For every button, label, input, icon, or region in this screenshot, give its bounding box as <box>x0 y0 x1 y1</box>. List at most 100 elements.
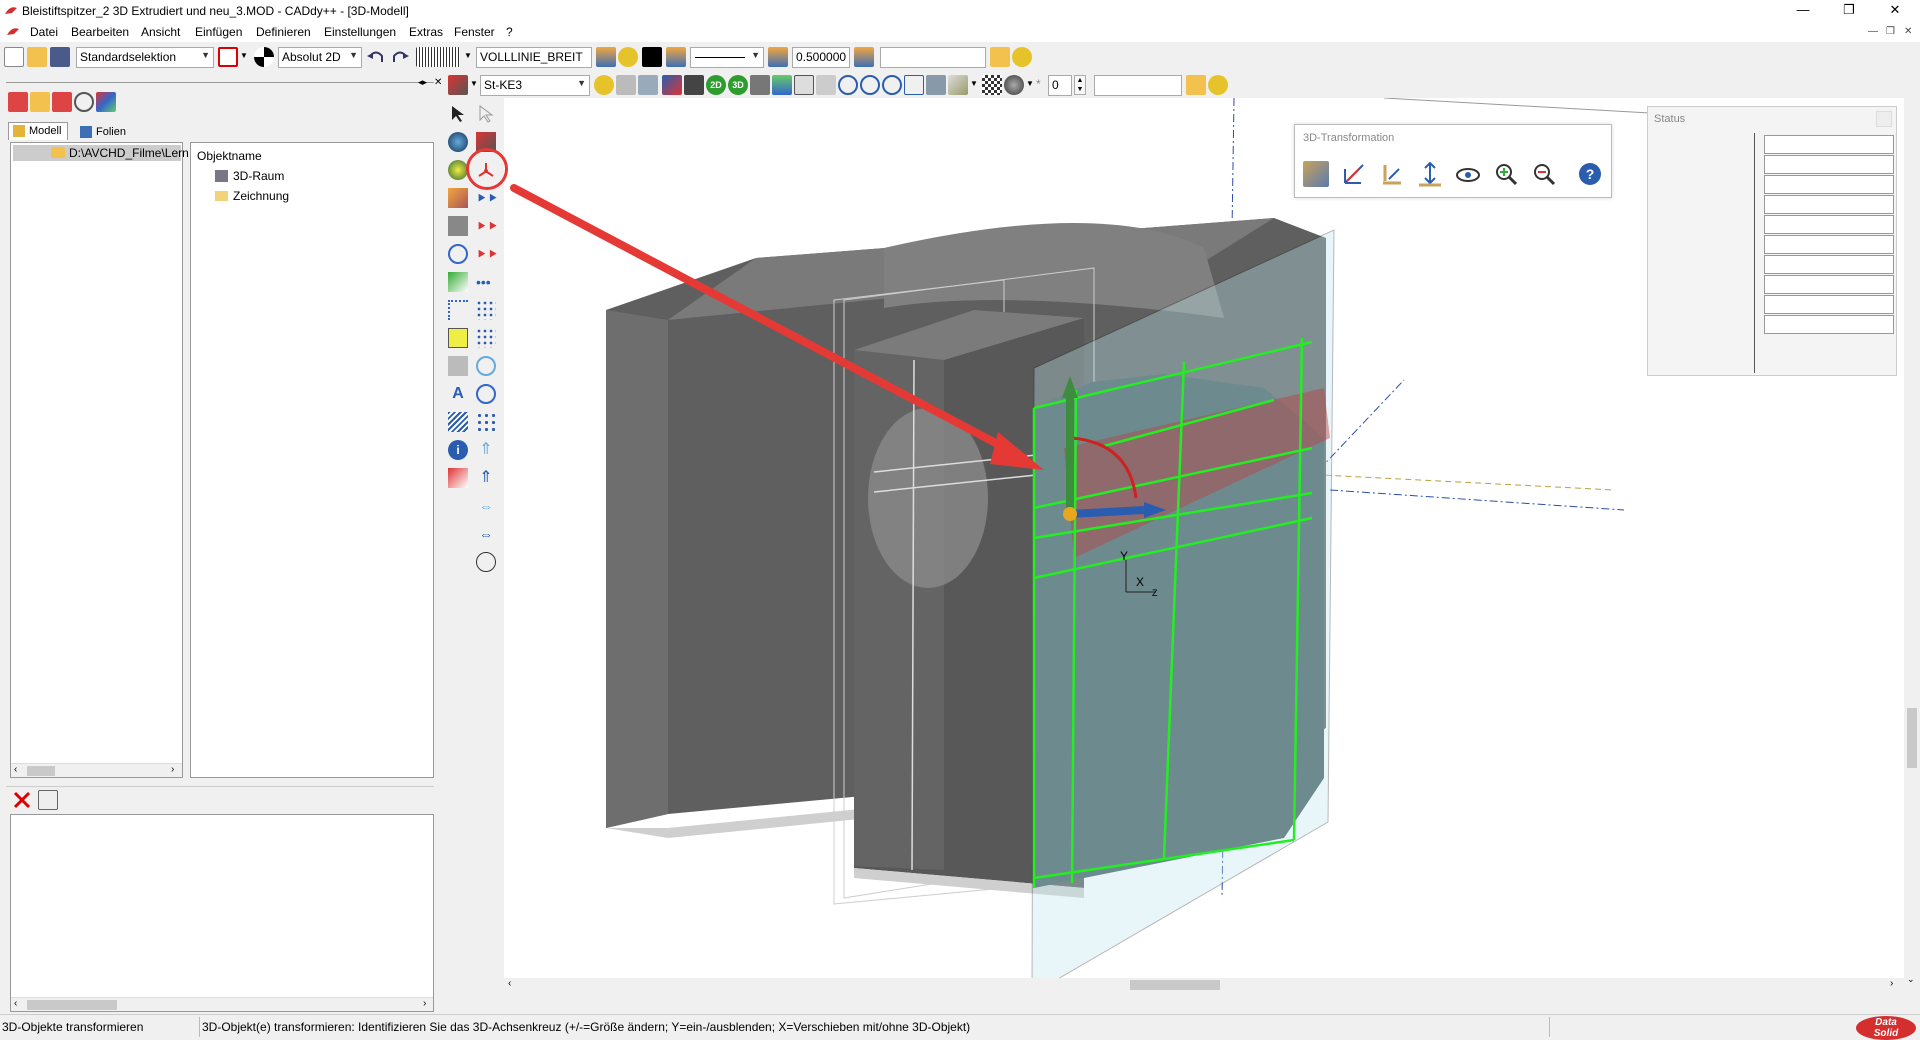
restore-button[interactable]: ❐ <box>1826 0 1872 22</box>
scatter-icon[interactable] <box>476 412 496 432</box>
pencil-tool-icon[interactable] <box>448 188 468 208</box>
pin-icon[interactable]: ◂▸ <box>418 77 427 88</box>
chevron-down-icon[interactable]: ▼ <box>470 79 478 88</box>
line-style-combo[interactable]: ▼ <box>690 47 764 68</box>
scroll-left-icon[interactable]: ‹ <box>508 978 511 989</box>
zoom-out-icon[interactable] <box>860 75 880 95</box>
select-arrow-icon[interactable] <box>448 104 468 124</box>
pen-layer-icon[interactable] <box>854 47 874 67</box>
sphere-render-icon[interactable] <box>1004 75 1024 95</box>
scroll-down-icon[interactable]: ⌄ <box>1907 974 1915 985</box>
viewport-horizontal-scrollbar[interactable]: ‹ › <box>504 978 1904 992</box>
line-tool-icon[interactable] <box>448 272 468 292</box>
scroll-right-icon[interactable]: › <box>171 764 174 775</box>
measure-tool-icon[interactable] <box>448 328 468 348</box>
layer-combo[interactable]: St-KE3 ▼ <box>480 75 590 96</box>
new-file-icon[interactable] <box>4 47 24 67</box>
mirror-move-icon[interactable]: ⯈⯈ <box>476 244 498 264</box>
pointer-tool-icon[interactable] <box>616 75 636 95</box>
text-tool-icon[interactable]: A <box>448 384 468 404</box>
copy-move-icon[interactable]: ⯈⯈ <box>476 216 498 236</box>
selection-filter-icon[interactable] <box>218 47 238 67</box>
scroll-right-icon[interactable]: › <box>1890 978 1893 989</box>
pan-hand-icon[interactable] <box>816 75 836 95</box>
hatch-pattern-icon[interactable] <box>982 75 1002 95</box>
dots-row-icon[interactable]: ••• <box>476 272 496 292</box>
menu-help[interactable]: ? <box>506 25 513 39</box>
coordinate-mode-combo[interactable]: Absolut 2D ▼ <box>278 47 362 68</box>
move-right-icon[interactable]: ⯈⯈ <box>476 188 498 208</box>
point-center-icon[interactable] <box>476 552 496 572</box>
perspective-icon[interactable] <box>772 75 792 95</box>
mdi-close-button[interactable]: ✕ <box>1904 26 1912 37</box>
scroll-thumb[interactable] <box>27 766 55 776</box>
array-grid-icon[interactable] <box>476 300 496 320</box>
menu-bearbeiten[interactable]: Bearbeiten <box>71 25 129 39</box>
clipboard-icon[interactable] <box>38 790 58 810</box>
rotate-view-icon[interactable] <box>750 75 770 95</box>
path-tree-item[interactable]: D:\AVCHD_Filme\Lern <box>13 145 189 161</box>
globe-tool-icon[interactable] <box>448 160 468 180</box>
horizontal-scrollbar[interactable]: ‹ › <box>11 997 433 1011</box>
coordinate-origin-icon[interactable] <box>254 47 274 67</box>
status-close-button[interactable] <box>1876 111 1892 127</box>
count-spinner[interactable]: ▲ ▼ <box>1074 75 1086 95</box>
zoom-out-icon[interactable] <box>1531 161 1557 187</box>
menu-einstellungen[interactable]: Einstellungen <box>324 25 396 39</box>
undo-icon[interactable] <box>366 47 386 67</box>
scissors-tool-icon[interactable] <box>448 216 468 236</box>
open-folder-icon[interactable] <box>27 47 47 67</box>
zoom-in-icon[interactable] <box>838 75 858 95</box>
tab-modell[interactable]: Modell <box>8 122 69 140</box>
folder-icon[interactable] <box>1186 75 1206 95</box>
chevron-down-icon[interactable]: ▼ <box>970 79 978 88</box>
layer-icon[interactable] <box>596 47 616 67</box>
menu-extras[interactable]: Extras <box>409 25 443 39</box>
scale-axes-icon[interactable] <box>1379 161 1405 187</box>
delete-x-icon[interactable] <box>12 790 32 810</box>
value-field[interactable] <box>1094 75 1182 96</box>
folder-tree-icon[interactable] <box>30 92 50 112</box>
linewidth-field[interactable]: 0.500000 <box>792 47 850 68</box>
edit-icon[interactable] <box>684 75 704 95</box>
eraser-tool-icon[interactable] <box>448 468 468 488</box>
color-swatch[interactable] <box>642 47 662 67</box>
scroll-left-icon[interactable]: ‹ <box>14 764 17 775</box>
viewport-vertical-scrollbar[interactable]: ⌄ <box>1904 98 1920 992</box>
3d-view-button[interactable]: 3D <box>728 75 748 95</box>
save-icon[interactable] <box>50 47 70 67</box>
transform-object-icon[interactable] <box>1303 161 1329 187</box>
dimension-tool-icon[interactable] <box>448 356 468 376</box>
rotate-copy-icon[interactable] <box>476 356 496 376</box>
model-explorer-icon[interactable] <box>8 92 28 112</box>
info-icon[interactable]: i <box>448 440 468 460</box>
2d-view-button[interactable]: 2D <box>706 75 726 95</box>
minimize-button[interactable]: — <box>1780 0 1826 22</box>
scroll-thumb[interactable] <box>27 1000 117 1010</box>
selection-mode-combo[interactable]: Standardselektion ▼ <box>76 47 214 68</box>
view-plane-icon[interactable] <box>926 75 946 95</box>
lightbulb-icon[interactable] <box>1012 47 1032 67</box>
linewidth-icon[interactable] <box>768 47 788 67</box>
mdi-restore-button[interactable]: ❐ <box>1886 26 1895 37</box>
close-button[interactable]: ✕ <box>1872 0 1918 22</box>
zoom-window-icon[interactable] <box>794 75 814 95</box>
array-grid-large-icon[interactable] <box>476 328 496 348</box>
lightbulb-icon[interactable] <box>618 47 638 67</box>
redo-icon[interactable] <box>390 47 410 67</box>
lightbulb-icon[interactable] <box>1208 75 1228 95</box>
lightbulb-icon[interactable] <box>594 75 614 95</box>
zoom-in-icon[interactable] <box>1493 161 1519 187</box>
panel-close-icon[interactable]: ✕ <box>434 77 442 88</box>
menu-einfuegen[interactable]: Einfügen <box>195 25 242 39</box>
pencil-icon[interactable] <box>662 75 682 95</box>
snap-icon[interactable] <box>638 75 658 95</box>
chevron-down-icon[interactable]: ▼ <box>240 51 248 60</box>
move-axes-icon[interactable] <box>1341 161 1367 187</box>
menu-ansicht[interactable]: Ansicht <box>141 25 180 39</box>
count-field[interactable]: 0 <box>1048 75 1072 96</box>
axis-tool-icon[interactable] <box>448 300 468 320</box>
help-icon[interactable]: ? <box>1579 163 1601 185</box>
trash-icon[interactable] <box>52 92 72 112</box>
stretch-icon[interactable]: ⇔ <box>476 496 496 516</box>
